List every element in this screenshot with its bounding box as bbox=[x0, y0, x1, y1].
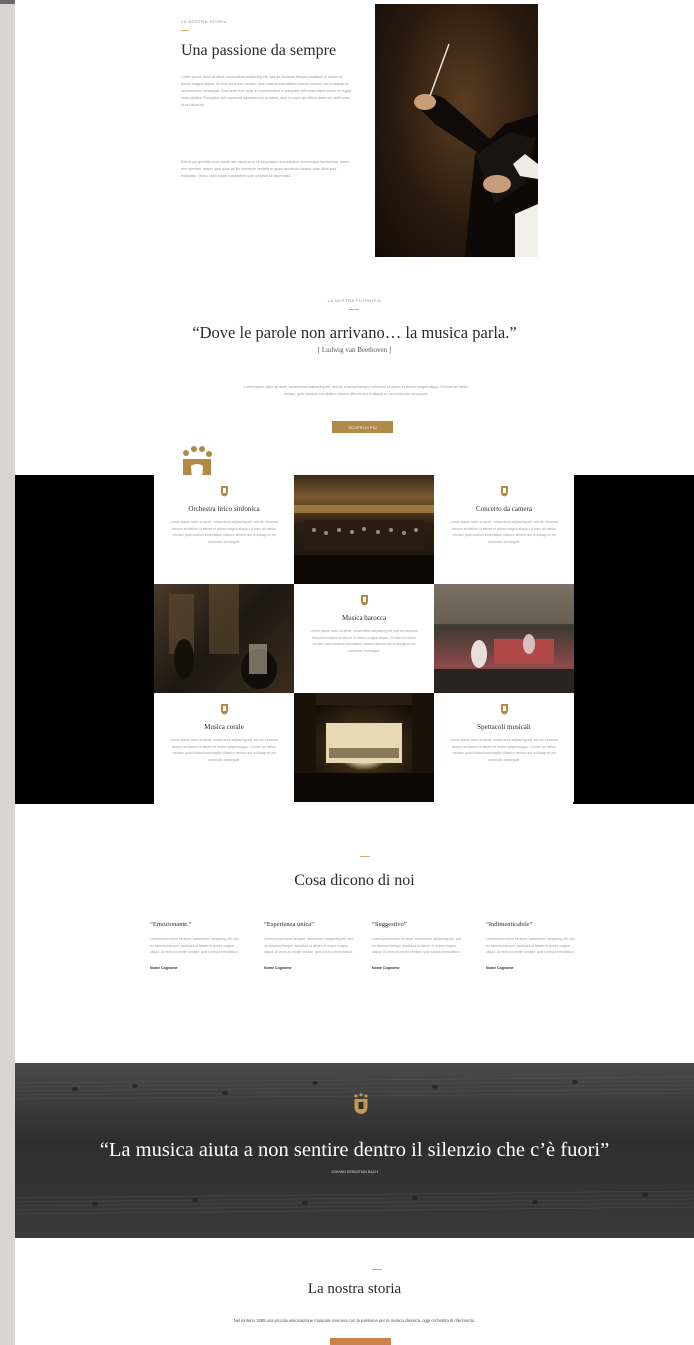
service-card-baroque[interactable]: Musica barocca Lorem ipsum dolor sit ame… bbox=[294, 584, 434, 693]
testimonial-author: Nome Cognome bbox=[486, 965, 514, 970]
service-description: Lorem ipsum dolor sit amet, consectetur … bbox=[450, 520, 558, 544]
gallery-harpsichord-photo bbox=[434, 584, 574, 693]
testimonial-author: Nome Cognome bbox=[264, 965, 292, 970]
service-title: Musica barocca bbox=[341, 614, 387, 622]
service-title: Spettacoli musicali bbox=[477, 723, 531, 731]
page: LA NOSTRA STORIA Una passione da sempre … bbox=[0, 0, 694, 1345]
testimonial-4: “Indimenticabile” Lorem ipsum dolor sit … bbox=[486, 921, 578, 970]
testimonial-body: Lorem ipsum dolor sit amet, consectetur … bbox=[150, 937, 239, 954]
testimonials-divider bbox=[360, 856, 370, 857]
quote-paragraph: Lorem ipsum dolor sit amet, consectetur … bbox=[243, 385, 469, 396]
testimonial-1: “Emozionante.” Lorem ipsum dolor sit ame… bbox=[150, 921, 242, 970]
conductor-illustration bbox=[414, 43, 538, 257]
service-description: Lorem ipsum dolor sit amet, consectetur … bbox=[170, 738, 278, 762]
left-margin bbox=[0, 0, 15, 1345]
quote-banner: “La musica aiuta a non sentire dentro il… bbox=[15, 1063, 694, 1238]
intro-title: Una passione da sempre bbox=[181, 42, 337, 59]
intro-divider bbox=[181, 30, 189, 31]
testimonial-quote: “Emozionante.” bbox=[150, 921, 192, 928]
grid-right-panel bbox=[573, 475, 694, 804]
service-title: Musica corale bbox=[204, 723, 244, 731]
quote-author: [ Ludwig van Beethoven ] bbox=[317, 346, 392, 354]
theater-illustration bbox=[294, 693, 434, 802]
crest-icon bbox=[354, 1093, 368, 1114]
service-description: Lorem ipsum dolor sit amet, consectetur … bbox=[170, 520, 278, 544]
testimonial-3: “Suggestivo” Lorem ipsum dolor sit amet,… bbox=[372, 921, 464, 970]
theater-photo bbox=[294, 693, 434, 802]
intro-paragraph-2: Sed ut perspiciatis unde omnis iste natu… bbox=[181, 160, 349, 178]
orchestra-illustration bbox=[294, 505, 434, 584]
testimonial-quote: “Indimenticabile” bbox=[486, 921, 533, 928]
quote-divider bbox=[349, 309, 359, 310]
testimonial-2: “Esperienza unica” Lorem ipsum dolor sit… bbox=[264, 921, 356, 970]
testimonial-body: Lorem ipsum dolor sit amet, consectetur … bbox=[264, 937, 353, 954]
service-card-choral[interactable]: Musica corale Lorem ipsum dolor sit amet… bbox=[154, 693, 294, 802]
service-card-chamber[interactable]: Concerto da camera Lorem ipsum dolor sit… bbox=[434, 475, 574, 584]
orchestra-stage-photo bbox=[294, 475, 434, 584]
testimonials-title: Cosa dicono di noi bbox=[294, 872, 415, 889]
crest-icon bbox=[500, 704, 508, 715]
church-concert-photo bbox=[154, 584, 294, 693]
crest-icon bbox=[220, 486, 228, 497]
testimonial-body: Lorem ipsum dolor sit amet, consectetur … bbox=[486, 937, 575, 954]
intro-paragraph-1: Lorem ipsum dolor sit amet, consectetur … bbox=[181, 75, 352, 107]
church-illustration bbox=[169, 584, 277, 689]
service-card-orchestra[interactable]: Orchestra lirico sinfonica Lorem ipsum d… bbox=[154, 475, 294, 584]
crest-icon bbox=[500, 486, 508, 497]
banner-quote: “La musica aiuta a non sentire dentro il… bbox=[99, 1139, 610, 1161]
quote-text: “Dove le parole non arrivano… la musica … bbox=[192, 323, 517, 342]
page-content: LA NOSTRA STORIA Una passione da sempre … bbox=[15, 0, 694, 1345]
crest-icon bbox=[220, 704, 228, 715]
service-description: Lorem ipsum dolor sit amet, consectetur … bbox=[450, 738, 558, 762]
story-text: Nel lontano 1985 una piccola associazion… bbox=[233, 1318, 476, 1323]
testimonial-author: Nome Cognome bbox=[372, 965, 400, 970]
grid-left-panel bbox=[15, 475, 154, 804]
crest-icon bbox=[360, 595, 368, 606]
conductor-photo bbox=[375, 4, 538, 257]
discover-more-button[interactable]: SCOPRI DI PIÙ bbox=[332, 421, 393, 433]
intro-kicker: LA NOSTRA STORIA bbox=[181, 19, 228, 24]
gallery-illustration bbox=[434, 584, 574, 693]
testimonial-quote: “Suggestivo” bbox=[372, 921, 407, 928]
testimonial-author: Nome Cognome bbox=[150, 965, 178, 970]
service-title: Concerto da camera bbox=[476, 505, 532, 513]
testimonial-quote: “Esperienza unica” bbox=[264, 921, 314, 928]
story-title: La nostra storia bbox=[307, 1281, 402, 1297]
story-divider bbox=[372, 1269, 382, 1270]
service-description: Lorem ipsum dolor sit amet, consectetur … bbox=[310, 629, 418, 653]
banner-author: JOHANN SEBASTIAN BACH bbox=[331, 1170, 378, 1174]
quote-kicker: LA NOSTRA FILOSOFIA bbox=[327, 298, 382, 303]
service-title: Orchestra lirico sinfonica bbox=[188, 505, 260, 513]
story-button[interactable] bbox=[330, 1338, 391, 1345]
testimonial-body: Lorem ipsum dolor sit amet, consectetur … bbox=[372, 937, 461, 954]
service-card-shows[interactable]: Spettacoli musicali Lorem ipsum dolor si… bbox=[434, 693, 574, 802]
